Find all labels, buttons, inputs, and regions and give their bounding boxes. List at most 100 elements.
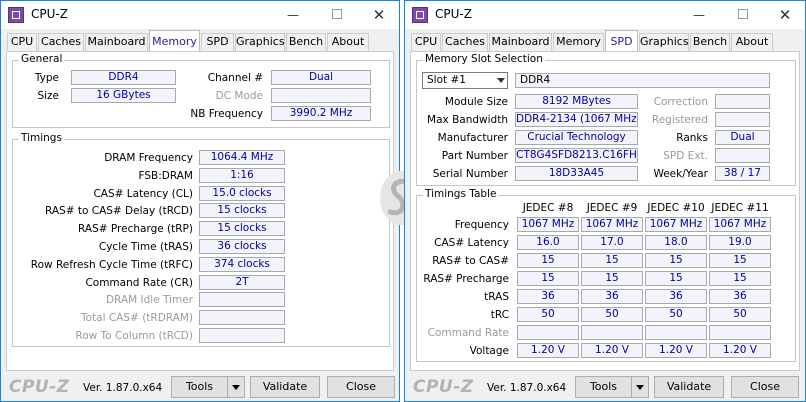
manufacturer-label: Manufacturer [437,132,508,144]
tab-spd[interactable]: SPD [201,33,234,51]
tab-about[interactable]: About [327,33,369,51]
minimize-button[interactable]: — [685,5,713,25]
max-bandwidth-value: DDR4-2134 (1067 MHz) [515,112,638,127]
timings-cell: 36 [645,289,707,304]
serial-number-label: Serial Number [432,168,508,180]
tab-graphics[interactable]: Graphics [235,33,285,51]
timing-value [199,292,285,308]
timings-cell: 15 [709,253,771,268]
tab-bench[interactable]: Bench [286,33,326,51]
timings-table-group: Timings Table JEDEC #8 JEDEC #9 JEDEC #10 J… [416,188,796,362]
timings-cell: 16.0 [517,235,579,250]
close-window-button[interactable]: ✕ [771,5,799,25]
timing-value [199,328,285,343]
part-number-value: CT8G4SFD8213.C16FH [515,148,638,163]
tab-memory[interactable]: Memory [149,30,200,52]
channel-label: Channel # [207,72,263,84]
jedec-column-header: JEDEC #9 [586,202,638,214]
timings-row-label: Frequency [454,219,509,231]
tab-cpu[interactable]: CPU [7,33,37,51]
timings-row-label: CAS# Latency [434,237,509,249]
slot-group-title: Memory Slot Selection [423,53,545,65]
tools-dropdown-button[interactable] [227,376,245,398]
timings-cell: 1067 MHz [709,217,771,232]
timings-row-label: RAS# to CAS# [432,255,509,267]
timings-cell: 1067 MHz [581,217,643,232]
tab-caches[interactable]: Caches [442,33,488,51]
ranks-value: Dual [715,130,770,145]
chevron-down-icon [232,385,240,390]
type-value: DDR4 [71,70,176,85]
tools-button[interactable]: Tools [171,376,228,398]
spd-ext-label: SPD Ext. [663,150,708,162]
footer: CPU-Z Ver. 1.87.0.x64 Tools Validate Clo… [405,372,805,402]
timing-label: RAS# to CAS# Delay (tRCD) [45,205,193,218]
timings-cell: 50 [645,307,707,322]
timings-cell: 36 [581,289,643,304]
tab-graphics[interactable]: Graphics [639,33,689,51]
tools-dropdown-button[interactable] [631,376,649,398]
cpuz-brand-logo: CPU-Z [413,377,474,397]
timings-row-label: Command Rate [427,327,509,339]
cpuz-brand-logo: CPU-Z [9,377,70,397]
tab-memory[interactable]: Memory [553,33,604,51]
slot-type-value: DDR4 [515,73,770,88]
slot-select[interactable]: Slot #1 [422,72,508,89]
cpuz-window-memory: CPU-Z — ✕ CPU Caches Mainboard Memory SPD Gra… [0,0,400,402]
tab-about[interactable]: About [731,33,773,51]
timings-cell [645,325,707,340]
tab-mainboard[interactable]: Mainboard [85,33,148,51]
timings-cell: 15 [709,271,771,286]
tools-button[interactable]: Tools [575,376,632,398]
general-group: General Type DDR4 Size 16 GBytes Channel… [12,53,390,128]
maximize-button[interactable] [323,5,351,25]
dcmode-label: DC Mode [215,90,263,102]
serial-number-value: 18D33A45 [515,166,638,181]
validate-button[interactable]: Validate [654,376,724,398]
correction-value [715,94,770,109]
close-button[interactable]: Close [731,376,799,398]
close-window-button[interactable]: ✕ [365,5,393,25]
tab-spd[interactable]: SPD [605,30,638,52]
timing-value: 2T [199,274,285,290]
tab-cpu[interactable]: CPU [411,33,441,51]
timings-cell: 15 [517,253,579,268]
dcmode-value [271,88,371,103]
timings-group-title: Timings [19,132,64,144]
title-bar[interactable]: CPU-Z — ✕ [405,1,805,29]
maximize-button[interactable] [729,5,757,25]
close-button[interactable]: Close [327,376,395,398]
validate-button[interactable]: Validate [250,376,320,398]
correction-label: Correction [653,96,708,108]
cpuz-app-icon [412,7,428,23]
timing-label: CAS# Latency (CL) [93,187,193,200]
tab-bench[interactable]: Bench [690,33,730,51]
timing-label: DRAM Idle Timer [105,294,193,307]
part-number-label: Part Number [441,150,508,162]
timing-label: Row To Column (tRCD) [75,330,193,342]
window-title: CPU-Z [31,7,68,21]
version-label: Ver. 1.87.0.x64 [487,382,567,394]
timings-table-title: Timings Table [423,188,499,200]
nbfreq-label: NB Frequency [190,108,263,120]
tab-caches[interactable]: Caches [38,33,84,51]
general-group-title: General [19,53,65,65]
timings-cell: 1.20 V [517,343,579,358]
timings-cell: 36 [517,289,579,304]
minimize-button[interactable]: — [279,5,307,25]
timings-cell: 19.0 [709,235,771,250]
nbfreq-value: 3990.2 MHz [271,106,371,121]
title-bar[interactable]: CPU-Z — ✕ [1,1,399,29]
timings-row-label: tRAS [484,291,509,303]
timings-row-label: tRC [490,309,509,321]
timings-cell [709,325,771,340]
channel-value: Dual [271,70,371,85]
timings-cell [581,325,643,340]
timings-group: Timings DRAM Frequency 1064.4 MHz FSB:DRAM… [12,132,390,347]
chevron-down-icon [497,78,505,83]
timings-cell: 1.20 V [709,343,771,358]
week-year-value: 38 / 17 [715,166,770,181]
max-bandwidth-label: Max Bandwidth [427,114,508,126]
tab-mainboard[interactable]: Mainboard [489,33,552,51]
jedec-column-header: JEDEC #11 [711,202,769,214]
